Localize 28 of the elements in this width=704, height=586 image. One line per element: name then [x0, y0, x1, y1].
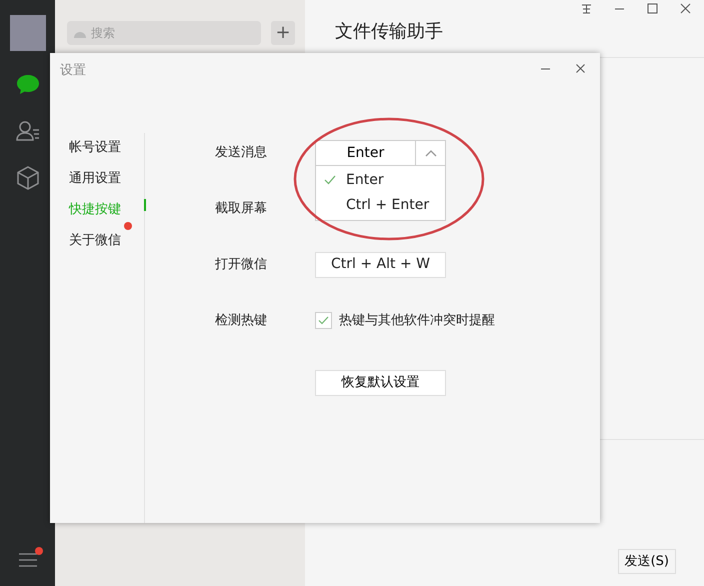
setting-label: 检测热键: [215, 312, 268, 330]
setting-label: 打开微信: [215, 256, 268, 274]
settings-tab[interactable]: 帐号设置: [69, 132, 121, 164]
chat-title: 文件传输助手: [335, 20, 444, 44]
cube-icon[interactable]: [14, 165, 40, 191]
dropdown-option[interactable]: Enter: [316, 168, 445, 192]
setting-label: 截取屏幕: [215, 200, 268, 218]
reset-button[interactable]: 恢复默认设置: [315, 370, 446, 396]
add-button[interactable]: +: [271, 21, 295, 45]
search-field[interactable]: 搜索: [67, 21, 261, 45]
dropdown-option[interactable]: Ctrl + Enter: [316, 192, 445, 218]
pin-icon[interactable]: [580, 2, 593, 15]
menu-icon[interactable]: [18, 552, 38, 568]
settings-tab[interactable]: 关于微信: [69, 226, 121, 256]
setting-label: 发送消息: [215, 144, 268, 162]
close-icon[interactable]: [575, 63, 586, 74]
checkbox-label: 热键与其他软件冲突时提醒: [339, 312, 495, 330]
hotkey-field[interactable]: Ctrl + Alt + W: [315, 252, 446, 278]
settings-tab[interactable]: 通用设置: [69, 164, 121, 194]
send-button[interactable]: 发送(S): [618, 548, 676, 574]
dialog-title: 设置: [60, 62, 86, 80]
maximize-icon[interactable]: [646, 2, 659, 15]
check-icon: [318, 316, 329, 325]
checkbox[interactable]: [315, 312, 332, 329]
shortcut-dropdown[interactable]: Enter: [315, 140, 446, 166]
close-icon[interactable]: [679, 2, 692, 15]
contacts-icon[interactable]: [14, 119, 40, 143]
chat-icon[interactable]: [14, 73, 40, 97]
